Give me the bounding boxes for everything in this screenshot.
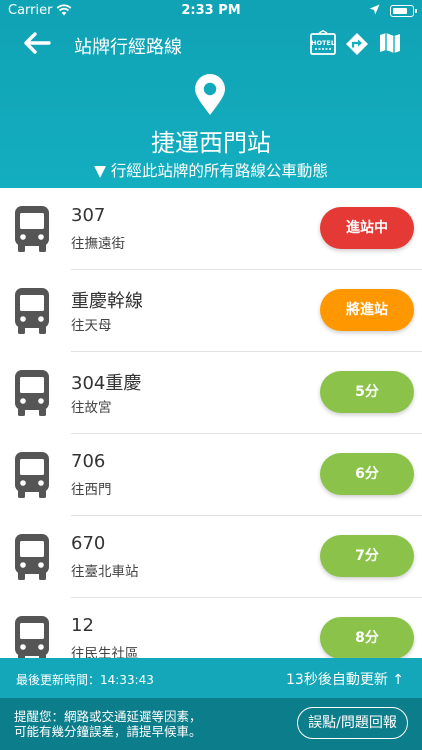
map-icon[interactable] xyxy=(378,31,402,55)
back-arrow-icon[interactable] xyxy=(22,30,52,56)
route-name: 304重慶 xyxy=(71,373,142,394)
directions-icon[interactable] xyxy=(345,32,369,56)
delay-notice: 提醒您：網路或交通延遲等因素， 可能有幾分鐘誤差，請提早候車。 xyxy=(14,709,284,739)
route-name: 12 xyxy=(71,615,94,636)
delay-notice-line: 提醒您：網路或交通延遲等因素， xyxy=(14,709,202,724)
header: 站牌行經路線 HOTEL 捷運西門站 ▼ 行經此站牌的所有路線公車動態 xyxy=(0,22,422,188)
eta-badge[interactable]: 7分 xyxy=(320,535,414,577)
route-destination: 往故宮 xyxy=(71,400,112,416)
eta-badge[interactable]: 5分 xyxy=(320,371,414,413)
auto-refresh-countdown[interactable]: 13秒後自動更新 ↑ xyxy=(286,669,404,689)
route-row[interactable]: 670 往臺北車站 7分 xyxy=(0,516,422,598)
last-update-time: 最後更新時間：14:33:43 xyxy=(16,673,154,687)
route-row[interactable]: 307 往撫遠街 進站中 xyxy=(0,188,422,270)
bus-icon xyxy=(15,534,49,580)
stop-name: 捷運西門站 xyxy=(151,129,271,157)
bus-icon xyxy=(15,616,49,658)
route-row[interactable]: 重慶幹線 往天母 將進站 xyxy=(0,270,422,352)
route-row[interactable]: 706 往西門 6分 xyxy=(0,434,422,516)
route-row[interactable]: 12 往民生社區 8分 xyxy=(0,598,422,658)
bus-icon xyxy=(15,370,49,416)
location-arrow-icon xyxy=(369,4,380,15)
delay-notice-line: 可能有幾分鐘誤差，請提早候車。 xyxy=(14,724,202,739)
eta-badge[interactable]: 進站中 xyxy=(320,207,414,249)
update-bar: 最後更新時間：14:33:43 13秒後自動更新 ↑ xyxy=(0,658,422,698)
route-destination: 往撫遠街 xyxy=(71,236,125,252)
battery-icon xyxy=(390,5,417,17)
route-name: 307 xyxy=(71,205,106,226)
report-issue-button[interactable]: 誤點/問題回報 xyxy=(297,707,408,739)
stop-subtitle: ▼ 行經此站牌的所有路線公車動態 xyxy=(94,162,328,180)
route-row[interactable]: 304重慶 往故宮 5分 xyxy=(0,352,422,434)
route-name: 重慶幹線 xyxy=(71,291,143,312)
route-destination: 往民生社區 xyxy=(71,646,139,658)
hotel-icon-text: HOTEL xyxy=(311,39,335,47)
eta-badge[interactable]: 將進站 xyxy=(320,289,414,331)
route-list[interactable]: 307 往撫遠街 進站中 重慶幹線 往天母 將進站 304重慶 往故宮 5分 7… xyxy=(0,188,422,658)
clock: 2:33 PM xyxy=(181,3,241,18)
bus-icon xyxy=(15,206,49,252)
hotel-icon[interactable]: HOTEL xyxy=(310,30,336,56)
bus-icon xyxy=(15,452,49,498)
status-bar: Carrier 2:33 PM xyxy=(0,0,422,22)
bus-icon xyxy=(15,288,49,334)
eta-badge[interactable]: 8分 xyxy=(320,617,414,658)
page-title: 站牌行經路線 xyxy=(74,37,182,58)
route-destination: 往臺北車站 xyxy=(71,564,139,580)
eta-badge[interactable]: 6分 xyxy=(320,453,414,495)
footer: 提醒您：網路或交通延遲等因素， 可能有幾分鐘誤差，請提早候車。 誤點/問題回報 xyxy=(0,698,422,750)
route-destination: 往天母 xyxy=(71,318,112,334)
location-pin-icon xyxy=(195,74,225,115)
route-name: 706 xyxy=(71,451,106,472)
route-destination: 往西門 xyxy=(71,482,112,498)
route-name: 670 xyxy=(71,533,106,554)
